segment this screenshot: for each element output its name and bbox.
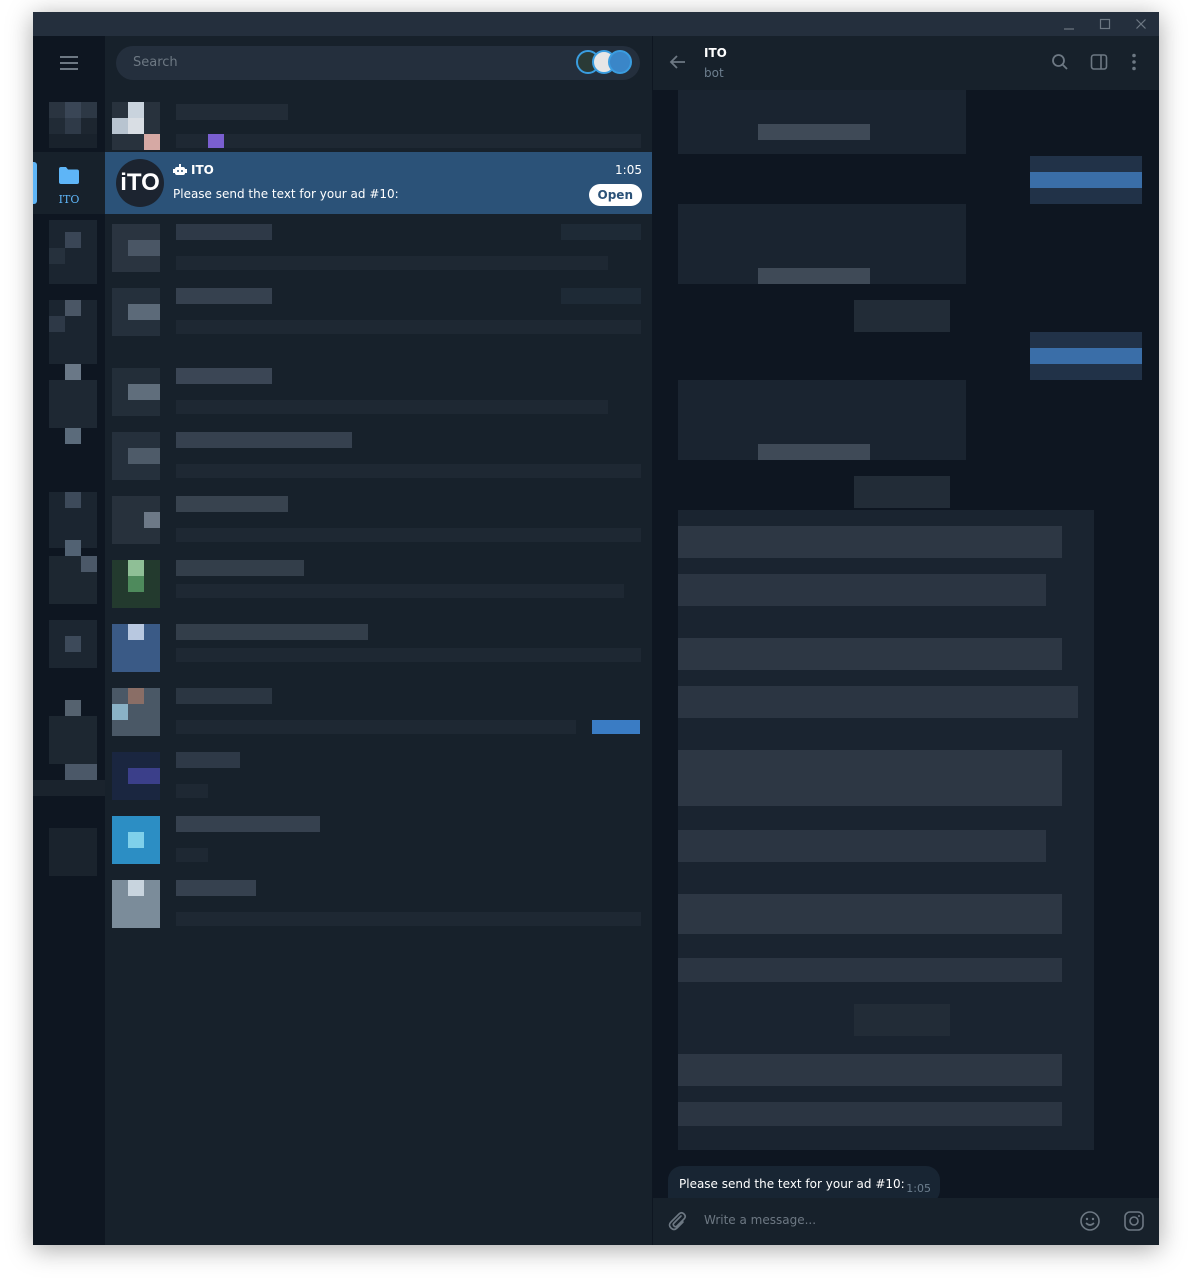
bot-icon [173,164,187,175]
chat-name-text: ITO [191,163,214,177]
telegram-window: ITO Search iTO ITO 1:05 Please send the … [33,12,1159,1245]
chat-title[interactable]: ITO [704,46,727,60]
minimize-icon [1064,28,1074,30]
avatar-logo-text: iTO [120,169,160,196]
chat-list-panel: Search iTO ITO 1:05 Please send the text… [105,36,652,1245]
maximize-icon [1099,18,1111,30]
blurred-folder-top[interactable] [49,102,97,150]
messages-blurred [653,90,1159,1160]
attach-icon[interactable] [666,1210,688,1232]
open-button[interactable]: Open [588,184,642,206]
main-menu-button[interactable] [33,36,105,90]
message-composer: Write a message... [653,1198,1159,1245]
back-arrow-icon[interactable] [669,53,687,71]
minimize-button[interactable] [1051,12,1087,36]
camera-icon[interactable] [1123,1210,1145,1232]
folder-ito[interactable]: ITO [33,152,105,214]
folders-sidebar: ITO [33,36,105,1245]
chat-subtitle: bot [704,66,724,80]
search-box[interactable]: Search [116,46,640,80]
message-time: 1:05 [906,1182,931,1195]
chat-list-blurred[interactable] [105,214,652,934]
close-button[interactable] [1123,12,1159,36]
chat-row-blurred[interactable] [105,88,652,152]
story-avatar[interactable] [608,50,632,74]
title-bar [33,12,1159,36]
folder-icon [59,167,79,184]
folder-label: ITO [58,193,80,206]
chat-header: ITO bot [653,36,1159,90]
message-text: Please send the text for your ad #10: [679,1177,905,1191]
chat-time: 1:05 [615,163,642,177]
message-input[interactable]: Write a message... [704,1213,816,1227]
search-input[interactable]: Search [133,55,178,70]
blurred-folders[interactable] [33,220,105,930]
hamburger-icon [60,56,78,70]
close-icon [1136,19,1146,29]
chat-pane: ITO bot Please send the text for your ad… [653,36,1159,1245]
more-vertical-icon[interactable] [1131,53,1137,71]
chat-row-ito[interactable]: iTO ITO 1:05 Please send the text for yo… [105,152,652,214]
chat-preview: Please send the text for your ad #10: [173,187,399,201]
stories-strip[interactable] [576,48,636,78]
search-icon[interactable] [1051,53,1069,71]
emoji-icon[interactable] [1079,1210,1101,1232]
maximize-button[interactable] [1087,12,1123,36]
chat-name: ITO [173,163,214,177]
sidebar-toggle-icon[interactable] [1090,53,1108,71]
chat-avatar: iTO [116,159,164,207]
